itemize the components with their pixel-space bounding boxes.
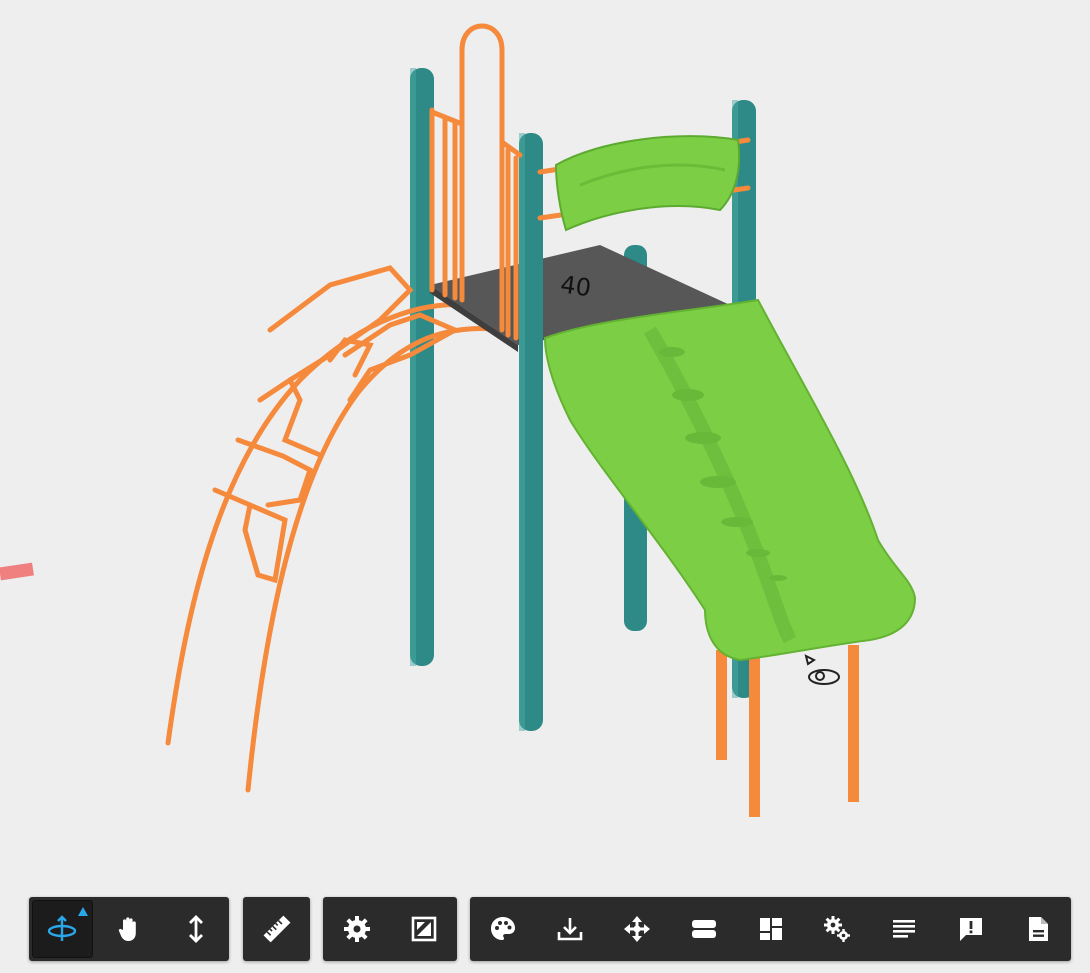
navigation-toolbar xyxy=(29,897,229,961)
settings-button[interactable] xyxy=(327,901,387,957)
orbit-cursor-icon xyxy=(804,654,840,685)
gear-icon xyxy=(343,916,370,942)
slide-leg xyxy=(848,645,859,802)
explode-move-icon xyxy=(623,916,650,942)
tools-toolbar xyxy=(470,897,1071,961)
fullscreen-icon xyxy=(411,916,436,942)
text-button[interactable] xyxy=(874,901,934,957)
download-button[interactable] xyxy=(540,901,600,957)
measure-button[interactable] xyxy=(247,901,307,957)
zoom-button[interactable] xyxy=(166,901,226,957)
gears-icon xyxy=(824,916,851,942)
orbit-icon xyxy=(48,915,77,941)
slide-leg xyxy=(716,650,727,760)
section-icon xyxy=(691,920,716,938)
submenu-indicator-icon xyxy=(78,907,89,916)
svg-text:40: 40 xyxy=(559,270,593,302)
material-button[interactable] xyxy=(474,901,534,957)
ruler-icon xyxy=(263,915,290,943)
3d-viewport[interactable]: 40 xyxy=(0,0,1090,973)
fullscreen-button[interactable] xyxy=(394,901,454,957)
orbit-button[interactable] xyxy=(31,900,94,958)
feedback-icon xyxy=(959,918,982,941)
feedback-button[interactable] xyxy=(941,901,1001,957)
section-button[interactable] xyxy=(674,901,734,957)
zoom-updown-icon xyxy=(188,915,203,943)
text-lines-icon xyxy=(893,920,916,938)
axis-marker xyxy=(0,562,34,581)
arch-ladder xyxy=(165,265,508,793)
palette-icon xyxy=(491,917,516,940)
model-browser-button[interactable] xyxy=(741,901,801,957)
dashboard-icon xyxy=(759,918,782,940)
document-icon xyxy=(1028,917,1048,941)
pan-hand-icon xyxy=(118,917,136,941)
measure-toolbar xyxy=(243,897,310,961)
pan-button[interactable] xyxy=(99,901,159,957)
download-icon xyxy=(557,918,583,941)
slide-leg xyxy=(749,650,760,817)
explode-button[interactable] xyxy=(607,901,667,957)
properties-button[interactable] xyxy=(807,901,867,957)
document-button[interactable] xyxy=(1008,901,1068,957)
view-toolbar xyxy=(323,897,457,961)
